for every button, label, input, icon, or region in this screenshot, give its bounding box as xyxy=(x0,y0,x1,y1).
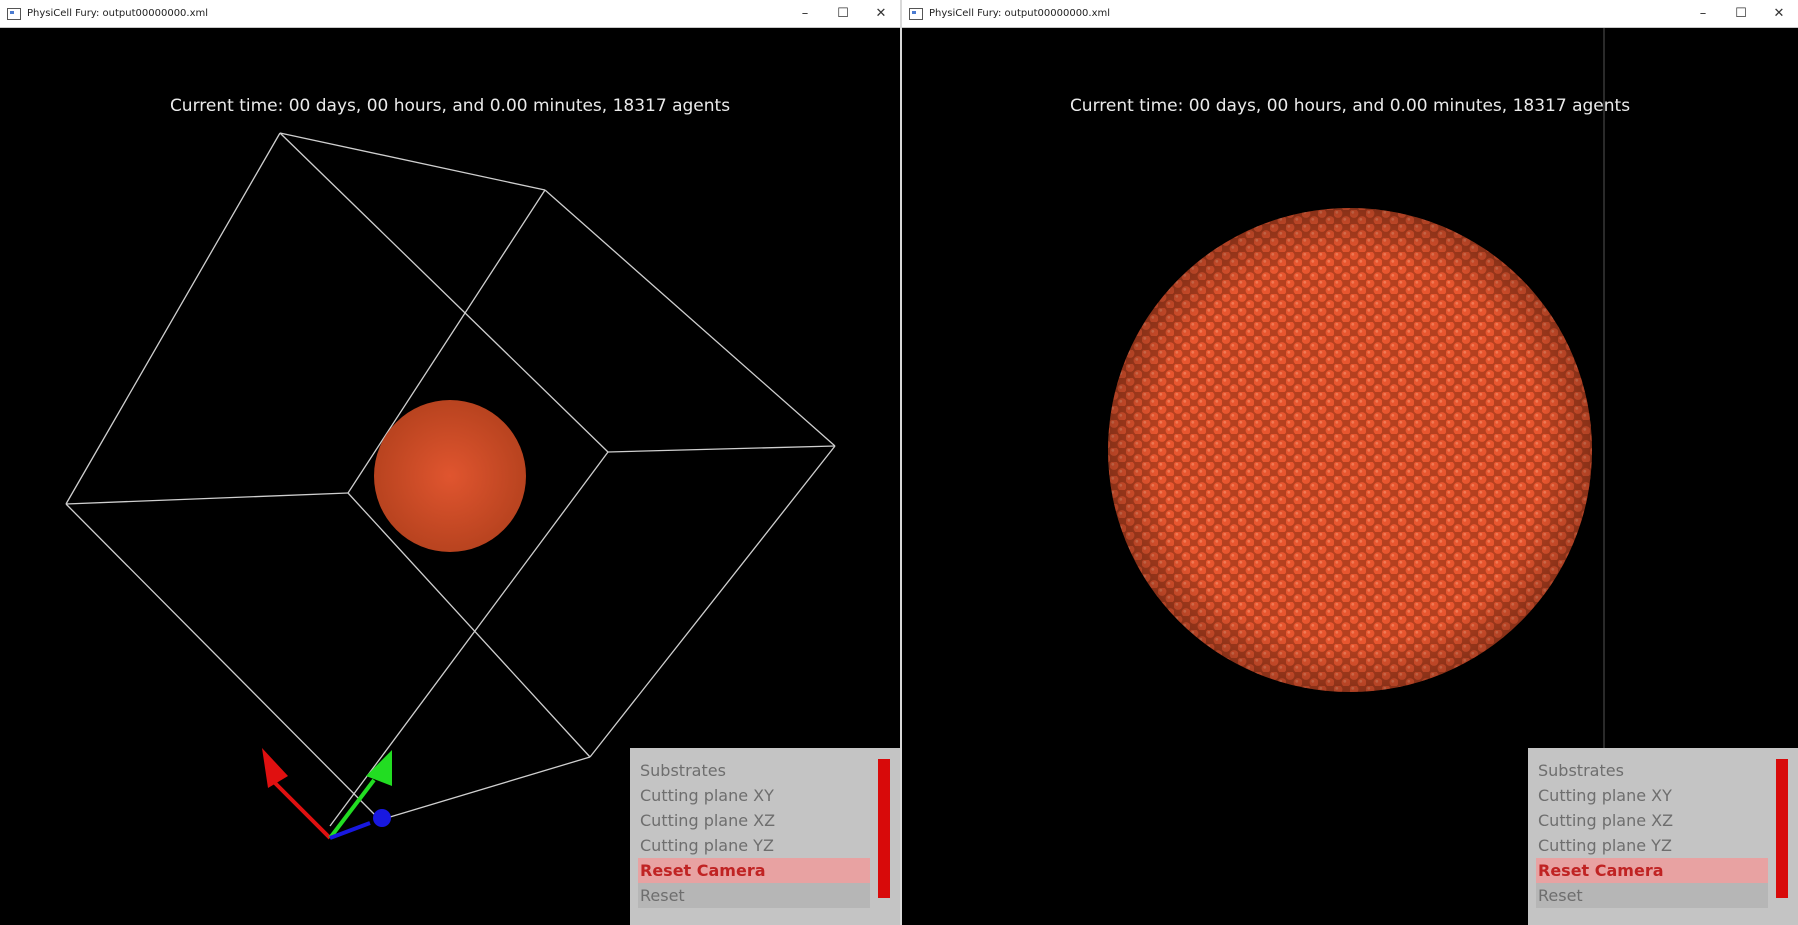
menu-item-cutting-plane-yz[interactable]: Cutting plane YZ xyxy=(638,833,870,858)
viewer-window-right: PhysiCell Fury: output00000000.xml – ☐ ✕ xyxy=(902,0,1798,925)
options-menu: Substrates Cutting plane XY Cutting plan… xyxy=(630,748,900,925)
close-button[interactable]: ✕ xyxy=(862,0,900,27)
menu-item-reset-camera[interactable]: Reset Camera xyxy=(638,858,870,883)
menu-item-reset-camera[interactable]: Reset Camera xyxy=(1536,858,1768,883)
app-icon xyxy=(7,7,21,20)
minimize-button[interactable]: – xyxy=(786,0,824,27)
window-title: PhysiCell Fury: output00000000.xml xyxy=(27,8,209,19)
app-icon xyxy=(909,7,923,20)
close-button[interactable]: ✕ xyxy=(1760,0,1798,27)
axes-gizmo xyxy=(262,748,392,840)
maximize-button[interactable]: ☐ xyxy=(1722,0,1760,27)
menu-item-reset[interactable]: Reset xyxy=(638,883,870,908)
render-viewport[interactable]: Current time: 00 days, 00 hours, and 0.0… xyxy=(0,28,900,925)
menu-item-reset[interactable]: Reset xyxy=(1536,883,1768,908)
menu-item-cutting-plane-xy[interactable]: Cutting plane XY xyxy=(638,783,870,808)
current-time-label: Current time: 00 days, 00 hours, and 0.0… xyxy=(169,96,731,116)
minimize-button[interactable]: – xyxy=(1684,0,1722,27)
menu-item-substrates[interactable]: Substrates xyxy=(1536,758,1768,783)
render-viewport[interactable]: Current time: 00 days, 00 hours, and 0.0… xyxy=(902,28,1798,925)
menu-scrollbar[interactable] xyxy=(878,759,890,898)
menu-item-substrates[interactable]: Substrates xyxy=(638,758,870,783)
menu-item-cutting-plane-xz[interactable]: Cutting plane XZ xyxy=(638,808,870,833)
window-title: PhysiCell Fury: output00000000.xml xyxy=(929,8,1111,19)
viewer-window-left: PhysiCell Fury: output00000000.xml – ☐ ✕ xyxy=(0,0,900,925)
title-bar[interactable]: PhysiCell Fury: output00000000.xml – ☐ ✕ xyxy=(902,0,1798,28)
tumor-sphere xyxy=(374,400,526,552)
current-time-label: Current time: 00 days, 00 hours, and 0.0… xyxy=(1069,96,1631,116)
maximize-button[interactable]: ☐ xyxy=(824,0,862,27)
title-bar[interactable]: PhysiCell Fury: output00000000.xml – ☐ ✕ xyxy=(0,0,900,28)
options-menu: Substrates Cutting plane XY Cutting plan… xyxy=(1528,748,1798,925)
menu-scrollbar[interactable] xyxy=(1776,759,1788,898)
menu-item-cutting-plane-xy[interactable]: Cutting plane XY xyxy=(1536,783,1768,808)
menu-item-cutting-plane-yz[interactable]: Cutting plane YZ xyxy=(1536,833,1768,858)
tumor-sphere xyxy=(1108,208,1592,692)
menu-item-cutting-plane-xz[interactable]: Cutting plane XZ xyxy=(1536,808,1768,833)
